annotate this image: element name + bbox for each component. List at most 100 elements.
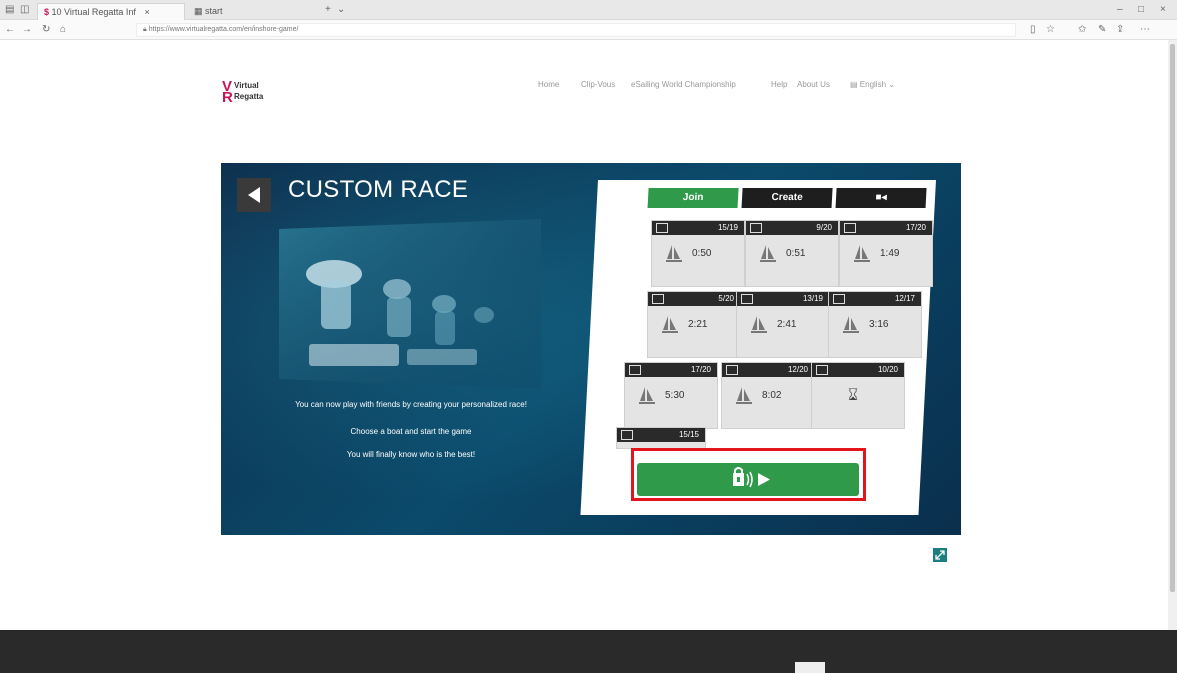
fullscreen-button[interactable] <box>933 548 947 562</box>
race-header: 15/15 <box>617 428 705 442</box>
tab-join[interactable]: Join <box>647 188 739 208</box>
pen-icon[interactable]: ✎ <box>1098 24 1106 36</box>
race-time: 1:49 <box>880 248 900 259</box>
tab-start[interactable]: ▦ start <box>188 3 288 20</box>
race-header: 9/20 <box>746 221 838 235</box>
sailboat-icon <box>843 316 859 333</box>
flag-icon: ▤ <box>850 80 858 89</box>
race-card[interactable]: 9/20 0:51 <box>745 220 839 287</box>
tabs-aside-icon[interactable]: ◫ <box>20 4 29 16</box>
sailboat-icon <box>854 245 870 262</box>
game-title: CUSTOM RACE <box>288 176 469 203</box>
video-camera-icon: ■◂ <box>875 192 887 203</box>
race-card[interactable]: 12/20 8:02 <box>721 362 815 429</box>
race-header: 13/19 <box>737 292 829 306</box>
footer-logo <box>795 662 825 673</box>
close-icon[interactable]: × <box>1160 4 1166 16</box>
tab-virtual-regatta[interactable]: $ 10 Virtual Regatta Inf × <box>37 3 185 20</box>
players-count: 9/20 <box>816 223 832 232</box>
sailboat-icon <box>751 316 767 333</box>
sailboat-icon <box>736 387 752 404</box>
race-time: 5:30 <box>665 390 685 401</box>
race-header: 5/20 <box>648 292 740 306</box>
home-icon[interactable]: ⌂ <box>60 24 66 36</box>
boat-class-icon <box>621 430 633 440</box>
site-favicon-icon: $ <box>44 7 50 17</box>
boat-class-icon <box>726 365 738 375</box>
maximize-icon[interactable]: □ <box>1138 4 1144 16</box>
players-count: 15/15 <box>678 430 699 439</box>
race-card[interactable]: 15/15 <box>616 427 706 449</box>
reading-view-icon[interactable]: ▯ <box>1030 24 1036 36</box>
tab-label: 10 Virtual Regatta Inf <box>51 7 136 17</box>
players-count: 15/19 <box>717 223 738 232</box>
nav-help[interactable]: Help <box>771 80 787 89</box>
race-card[interactable]: 12/17 3:16 <box>828 291 922 358</box>
race-card[interactable]: 10/20 ⌛︎ <box>811 362 905 429</box>
race-header: 15/19 <box>652 221 744 235</box>
boat-class-icon <box>844 223 856 233</box>
back-button[interactable] <box>237 178 271 212</box>
race-header: 12/17 <box>829 292 921 306</box>
sailboat-icon <box>662 316 678 333</box>
players-count: 10/20 <box>877 365 898 374</box>
race-header: 10/20 <box>812 363 904 377</box>
boat-class-icon <box>629 365 641 375</box>
description-line2: Choose a boat and start the game <box>350 427 472 436</box>
url-text: https://www.virtualregatta.com/en/inshor… <box>148 26 299 33</box>
logo-line2: Regatta <box>234 92 264 101</box>
boat-class-icon <box>741 294 753 304</box>
back-arrow-icon <box>248 187 260 203</box>
race-time: 0:51 <box>786 248 806 259</box>
nav-language[interactable]: ▤ English ⌄ <box>850 80 895 89</box>
expand-icon <box>935 550 945 560</box>
race-card[interactable]: 17/20 5:30 <box>624 362 718 429</box>
boat-class-icon <box>750 223 762 233</box>
tab-actions-icon[interactable]: ▤ <box>5 4 14 16</box>
scrollbar-thumb[interactable] <box>1170 44 1175 592</box>
more-icon[interactable]: ⋯ <box>1140 24 1150 36</box>
forward-arrow-icon[interactable]: → <box>22 24 32 36</box>
address-bar[interactable]: 🔒︎ https://www.virtualregatta.com/en/ins… <box>136 23 1016 37</box>
new-tab-icon[interactable]: + <box>325 4 331 16</box>
boat-class-icon <box>652 294 664 304</box>
tab-spectate[interactable]: ■◂ <box>835 188 927 208</box>
race-card[interactable]: 15/19 0:50 <box>651 220 745 287</box>
race-header: 12/20 <box>722 363 814 377</box>
logo-r: R <box>222 89 233 106</box>
minimize-icon[interactable]: – <box>1117 4 1123 16</box>
race-card[interactable]: 5/20 2:21 <box>647 291 741 358</box>
tab-list-chevron-icon[interactable]: ⌄ <box>337 4 345 16</box>
favorite-star-icon[interactable]: ☆ <box>1046 24 1055 36</box>
nav-home[interactable]: Home <box>538 80 559 89</box>
browser-nav-bar: ← → ↻ ⌂ 🔒︎ https://www.virtualregatta.co… <box>0 20 1177 40</box>
back-arrow-icon[interactable]: ← <box>5 24 15 36</box>
share-icon[interactable]: ⇪ <box>1116 24 1124 36</box>
nav-about[interactable]: About Us <box>797 80 830 89</box>
refresh-icon[interactable]: ↻ <box>42 24 50 36</box>
race-card[interactable]: 13/19 2:41 <box>736 291 830 358</box>
players-count: 5/20 <box>718 294 734 303</box>
tab-create[interactable]: Create <box>741 188 833 208</box>
description-line1: You can now play with friends by creatin… <box>295 400 527 409</box>
sailors-photo <box>279 219 541 389</box>
site-logo[interactable]: V Virtual R Regatta <box>222 78 292 108</box>
tab-label: start <box>205 6 223 16</box>
race-header: 17/20 <box>840 221 932 235</box>
players-count: 17/20 <box>905 223 926 232</box>
race-time: 3:16 <box>869 319 889 330</box>
race-card[interactable]: 17/20 1:49 <box>839 220 933 287</box>
favorites-icon[interactable]: ✩ <box>1078 24 1086 36</box>
site-footer <box>0 630 1177 673</box>
logo-line1: Virtual <box>234 81 259 90</box>
race-header: 17/20 <box>625 363 717 377</box>
nav-esailing[interactable]: eSailing World Championship <box>631 80 736 89</box>
close-tab-icon[interactable]: × <box>144 7 149 17</box>
boat-class-icon <box>656 223 668 233</box>
chevron-down-icon: ⌄ <box>888 80 895 89</box>
lock-icon: 🔒︎ <box>143 26 147 33</box>
sailboat-icon <box>760 245 776 262</box>
nav-clip-vous[interactable]: Clip-Vous <box>581 80 615 89</box>
page-scrollbar[interactable] <box>1168 40 1177 673</box>
browser-tab-bar: ▤ ◫ $ 10 Virtual Regatta Inf × ▦ start +… <box>0 0 1177 20</box>
